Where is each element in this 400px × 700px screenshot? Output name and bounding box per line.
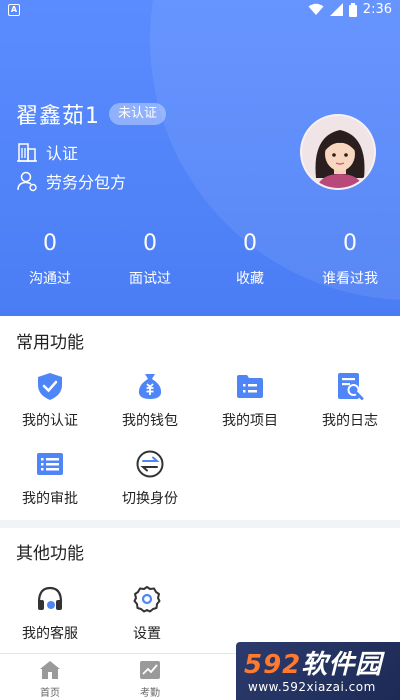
log-search-icon: [338, 373, 364, 400]
stat-value: 0: [243, 231, 257, 256]
verification-badge[interactable]: 未认证: [109, 103, 167, 125]
folder-list-icon: [237, 375, 263, 398]
profile-header: A 2:36 翟鑫茹1 未认证 认证 劳务分包方 0 沟通过 0 面试过 0 收…: [0, 0, 400, 316]
watermark-logo: 592软件园: [244, 644, 382, 681]
stat-viewed-me[interactable]: 0 谁看过我: [300, 228, 400, 288]
stat-label: 面试过: [129, 271, 171, 287]
section-title: 常用功能: [16, 333, 84, 353]
money-bag-icon: [138, 374, 162, 399]
stat-interviewed[interactable]: 0 面试过: [100, 228, 200, 288]
battery-icon: [348, 2, 357, 17]
my-logs-button[interactable]: 我的日志: [300, 371, 400, 430]
stat-label: 谁看过我: [322, 271, 378, 287]
watermark-number: 592: [244, 650, 302, 680]
shield-check-icon: [38, 373, 62, 400]
stat-label: 沟通过: [29, 271, 71, 287]
item-label: 我的日志: [322, 413, 378, 429]
my-approvals-button[interactable]: 我的审批: [0, 449, 100, 508]
customer-service-button[interactable]: 我的客服: [0, 584, 100, 643]
switch-identity-icon: [136, 450, 164, 478]
verify-label: 认证: [46, 144, 79, 163]
status-time: 2:36: [362, 2, 392, 17]
stat-value: 0: [343, 231, 357, 256]
tab-label: 考勤: [140, 688, 160, 699]
item-label: 切换身份: [122, 491, 178, 507]
building-icon: [17, 143, 37, 162]
status-bar: A 2:36: [0, 0, 400, 22]
item-label: 我的客服: [22, 626, 78, 642]
settings-button[interactable]: 设置: [97, 584, 197, 643]
my-wallet-button[interactable]: 我的钱包: [100, 371, 200, 430]
status-app-icon: A: [8, 4, 20, 16]
item-label: 我的审批: [22, 491, 78, 507]
stat-favorites[interactable]: 0 收藏: [200, 228, 300, 288]
item-label: 设置: [133, 626, 161, 642]
settings-gear-icon: [133, 586, 161, 613]
wifi-icon: [308, 3, 324, 15]
verify-row[interactable]: 认证: [16, 140, 78, 164]
my-projects-button[interactable]: 我的项目: [200, 371, 300, 430]
stat-value: 0: [43, 231, 57, 256]
watermark-url: www.592xiazai.com: [248, 680, 376, 694]
user-name: 翟鑫茹1: [16, 104, 100, 129]
signal-icon: [329, 3, 343, 16]
stats-row: 0 沟通过 0 面试过 0 收藏 0 谁看过我: [0, 228, 400, 288]
approval-list-icon: [37, 453, 63, 475]
tab-attendance[interactable]: 考勤: [120, 658, 180, 699]
headset-icon: [37, 586, 63, 610]
stat-label: 收藏: [236, 271, 264, 287]
user-settings-icon: [17, 171, 37, 192]
watermark-brand: 软件园: [301, 650, 383, 680]
stat-value: 0: [143, 231, 157, 256]
tab-home[interactable]: 首页: [20, 658, 80, 699]
tab-label: 首页: [40, 688, 60, 699]
other-functions-section: 其他功能 我的客服 设置: [0, 528, 400, 653]
section-title: 其他功能: [16, 544, 84, 564]
common-functions-section: 常用功能 我的认证 我的钱包 我的项目 我的日志 我的审批 切换身份: [0, 316, 400, 520]
role-label: 劳务分包方: [46, 173, 127, 192]
avatar[interactable]: [300, 114, 376, 190]
item-label: 我的项目: [222, 413, 278, 429]
attendance-chart-icon: [140, 661, 160, 679]
switch-identity-button[interactable]: 切换身份: [100, 449, 200, 508]
stat-contacted[interactable]: 0 沟通过: [0, 228, 100, 288]
site-watermark: 592软件园 www.592xiazai.com: [236, 642, 400, 700]
item-label: 我的认证: [22, 413, 78, 429]
my-verification-button[interactable]: 我的认证: [0, 371, 100, 430]
home-icon: [40, 661, 60, 679]
item-label: 我的钱包: [122, 413, 178, 429]
role-row: 劳务分包方: [16, 169, 126, 193]
